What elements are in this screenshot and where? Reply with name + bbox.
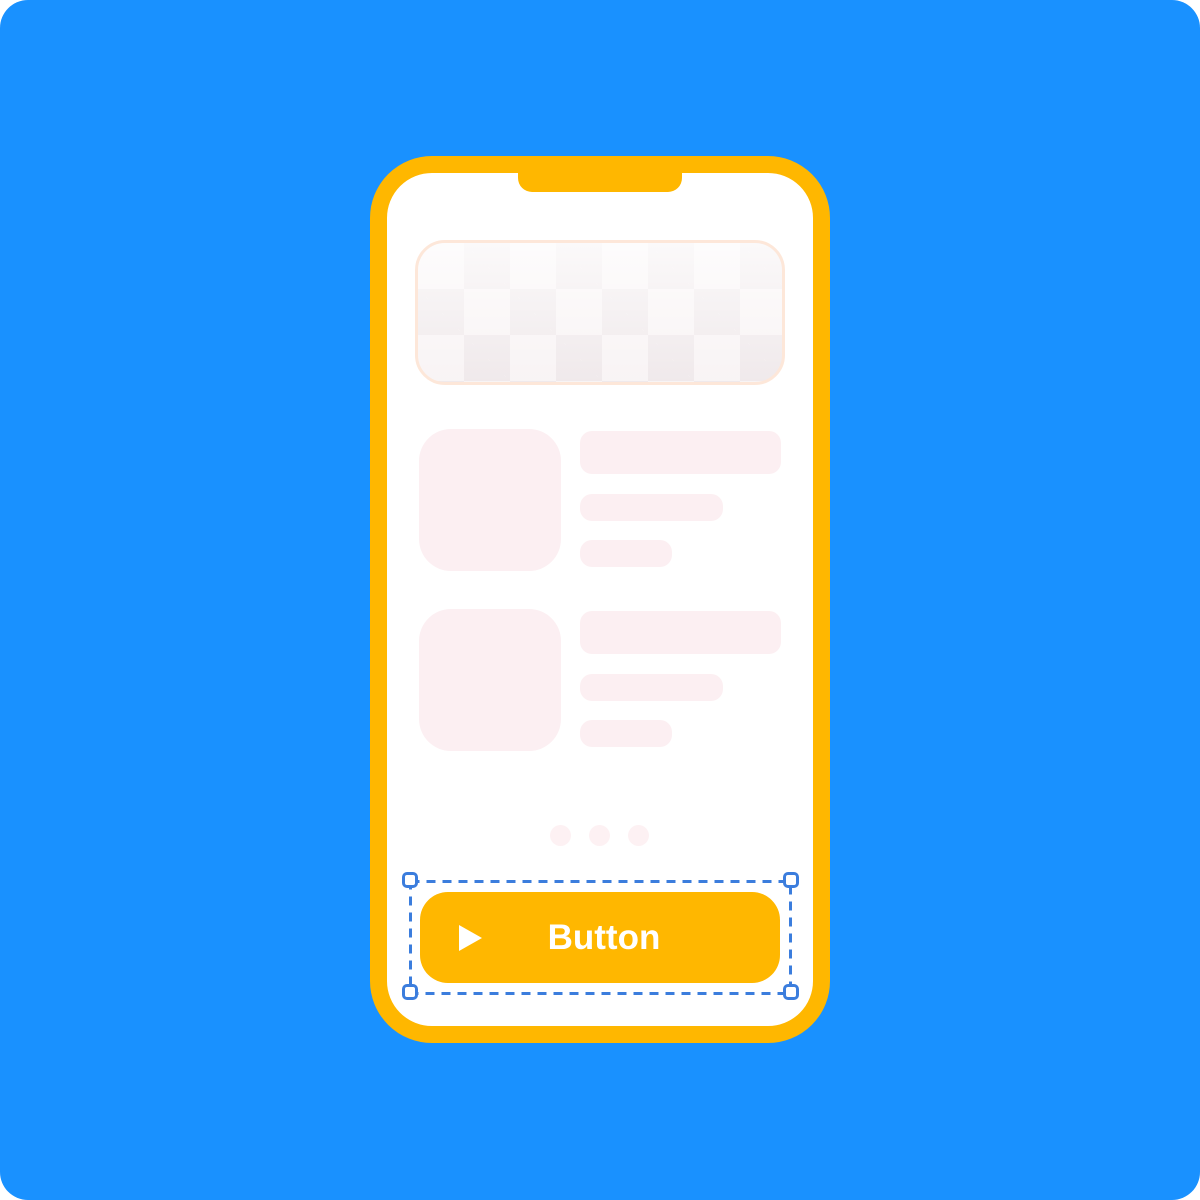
list-item-subtitle-placeholder xyxy=(580,494,723,521)
pagination-dot[interactable] xyxy=(589,825,610,846)
resize-handle-bottom-right[interactable] xyxy=(783,984,799,1000)
phone-notch xyxy=(518,171,682,192)
pagination-dot[interactable] xyxy=(628,825,649,846)
list-item-meta-placeholder xyxy=(580,540,672,567)
banner-image-placeholder xyxy=(415,240,785,385)
resize-handle-top-right[interactable] xyxy=(783,872,799,888)
pagination-dots xyxy=(550,825,650,847)
list-item-title-placeholder xyxy=(580,431,781,474)
primary-button-label: Button xyxy=(547,918,661,957)
canvas-background: Button xyxy=(0,0,1200,1200)
list-item-thumbnail-placeholder xyxy=(419,429,561,571)
primary-button[interactable]: Button xyxy=(420,892,780,983)
list-item-title-placeholder xyxy=(580,611,781,654)
pagination-dot[interactable] xyxy=(550,825,571,846)
resize-handle-top-left[interactable] xyxy=(402,872,418,888)
list-item-meta-placeholder xyxy=(580,720,672,747)
phone-mockup: Button xyxy=(370,156,830,1043)
list-item xyxy=(419,609,781,751)
list-item xyxy=(419,429,781,571)
list-item-thumbnail-placeholder xyxy=(419,609,561,751)
list-item-subtitle-placeholder xyxy=(580,674,723,701)
resize-handle-bottom-left[interactable] xyxy=(402,984,418,1000)
